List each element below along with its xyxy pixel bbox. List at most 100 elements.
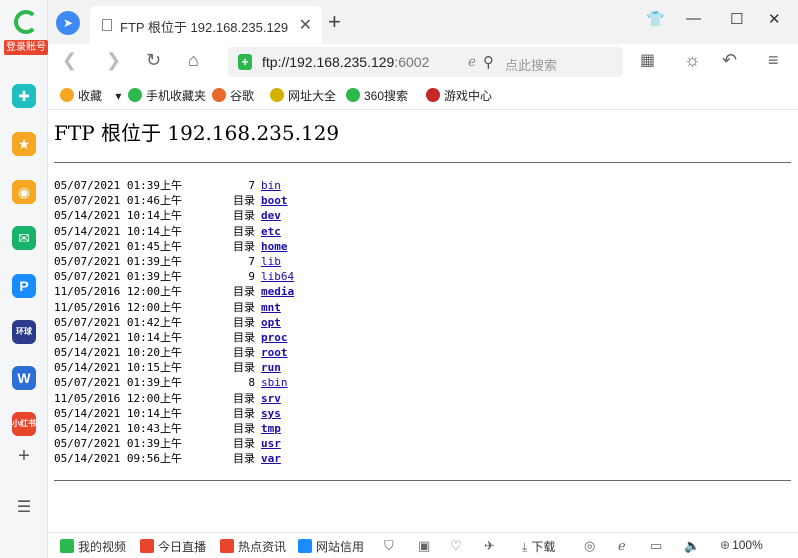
address-bar[interactable]: + ftp://192.168.235.129:6002 ℯ ⌄	[228, 47, 514, 77]
directory-link[interactable]: mnt	[261, 301, 281, 314]
zoom-control[interactable]: ⊕ 100%	[720, 538, 763, 552]
directory-link[interactable]: etc	[261, 225, 281, 238]
entry-datetime: 11/05/2016 12:00上午	[54, 285, 182, 299]
rocket-icon[interactable]: ✈	[484, 538, 495, 554]
directory-link[interactable]: dev	[261, 209, 281, 222]
xiaohongshu-app-icon[interactable]: 小红书	[12, 412, 36, 436]
mail-app-icon[interactable]: ✉	[12, 226, 36, 250]
plus-app-icon[interactable]: ✚	[12, 84, 36, 108]
ie-status-icon[interactable]: ℯ	[618, 538, 626, 554]
new-tab-button[interactable]: +	[328, 9, 341, 35]
bookmark-phone[interactable]: 手机收藏夹	[128, 87, 206, 104]
directory-link[interactable]: opt	[261, 316, 281, 329]
phone-icon	[128, 88, 142, 102]
main-menu-icon[interactable]: ≡	[768, 50, 779, 71]
home-icon[interactable]: ⌂	[188, 50, 199, 71]
skin-icon[interactable]: 👕	[646, 10, 665, 28]
table-row: 11/05/2016 12:00上午 目录 srv	[54, 391, 294, 406]
volume-icon[interactable]: 🔈	[684, 538, 700, 554]
undo-icon[interactable]: ↶	[722, 50, 737, 71]
directory-link[interactable]: run	[261, 361, 281, 374]
file-link[interactable]: lib64	[261, 270, 294, 283]
directory-link[interactable]: tmp	[261, 422, 281, 435]
download-button[interactable]: ⤓ 下载	[522, 538, 555, 555]
weibo-app-icon[interactable]: ◉	[12, 180, 36, 204]
directory-link[interactable]: usr	[261, 437, 281, 450]
search-box[interactable]: ⚲ 点此搜索	[475, 47, 623, 77]
word-app-icon[interactable]: W	[12, 366, 36, 390]
minimize-button[interactable]: —	[686, 10, 701, 27]
browser-logo[interactable]: 登录账号	[4, 8, 48, 58]
maximize-button[interactable]: ☐	[730, 10, 743, 28]
entry-type: 目录	[233, 239, 255, 253]
close-window-button[interactable]: ✕	[768, 10, 781, 28]
bookmark-dropdown-icon[interactable]: ▾	[112, 89, 121, 103]
file-link[interactable]: bin	[261, 179, 281, 192]
table-row: 05/07/2021 01:45上午 目录 home	[54, 239, 294, 254]
heartbeat-icon[interactable]: ♡	[450, 538, 462, 554]
login-button[interactable]: 登录账号	[4, 40, 48, 55]
browser-e-icon	[14, 10, 38, 34]
navigation-icon[interactable]: ➤	[56, 11, 80, 35]
status-fire[interactable]: 今日直播	[140, 538, 206, 555]
apps-grid-icon[interactable]: ▦	[640, 50, 655, 70]
menu-list-icon[interactable]: ☰	[12, 496, 36, 520]
entry-type: 目录	[233, 315, 255, 329]
entry-datetime: 05/07/2021 01:39上午	[54, 376, 182, 390]
search-360-icon	[346, 88, 360, 102]
directory-link[interactable]: proc	[261, 331, 288, 344]
status-news[interactable]: 热点资讯	[220, 538, 286, 555]
status-label: 今日直播	[158, 540, 207, 554]
credit-icon	[298, 539, 312, 553]
directory-link[interactable]: media	[261, 285, 294, 298]
window-icon[interactable]: ▭	[650, 538, 662, 554]
news-app-icon[interactable]: 环球	[12, 320, 36, 344]
bookmark-google[interactable]: 谷歌	[212, 87, 254, 104]
bookmarks-bar: 收藏 ▾ 手机收藏夹 谷歌 网址大全 360搜索 游戏中心	[48, 80, 798, 110]
directory-link[interactable]: srv	[261, 392, 281, 405]
add-app-icon[interactable]: +	[12, 444, 36, 468]
status-bar: 我的视频 今日直播 热点资讯 网站信用 ⛉ ▣ ♡ ✈ ⤓ 下载 ◎ ℯ ▭ 🔈 ⊕ 10…	[48, 532, 798, 558]
p-app-icon[interactable]: P	[12, 274, 36, 298]
directory-link[interactable]: var	[261, 452, 281, 465]
table-row: 05/14/2021 10:14上午 目录 sys	[54, 406, 294, 421]
directory-link[interactable]: boot	[261, 194, 288, 207]
image-icon[interactable]: ▣	[418, 538, 430, 554]
entry-datetime: 05/07/2021 01:39上午	[54, 270, 182, 284]
status-credit[interactable]: 网站信用	[298, 538, 364, 555]
entry-type: 目录	[233, 285, 255, 299]
bookmark-sitelist[interactable]: 网址大全	[270, 87, 336, 104]
entry-size: 9	[248, 270, 255, 284]
directory-link[interactable]: home	[261, 240, 288, 253]
table-row: 05/07/2021 01:42上午 目录 opt	[54, 315, 294, 330]
file-link[interactable]: sbin	[261, 376, 288, 389]
fire-icon	[140, 539, 154, 553]
entry-type: 目录	[233, 361, 255, 375]
entry-datetime: 05/14/2021 10:14上午	[54, 209, 182, 223]
shield-status-icon[interactable]: ⛉	[384, 538, 394, 554]
bookmark-label: 游戏中心	[444, 89, 493, 103]
entry-datetime: 05/07/2021 01:45上午	[54, 239, 182, 253]
file-link[interactable]: lib	[261, 255, 281, 268]
brightness-icon[interactable]: ☼	[684, 50, 701, 71]
favorites-app-icon[interactable]: ★	[12, 132, 36, 156]
left-sidebar: 登录账号 ✚ ★ ◉ ✉ P 环球 W 小红书 + ☰	[0, 0, 48, 558]
bookmark-star[interactable]: 收藏 ▾	[60, 87, 121, 104]
directory-link[interactable]: sys	[261, 407, 281, 420]
address-url[interactable]: ftp://192.168.235.129:6002	[262, 54, 458, 70]
glasses-icon[interactable]: ◎	[584, 538, 595, 554]
search-placeholder: 点此搜索	[505, 58, 558, 73]
bookmark-search-360[interactable]: 360搜索	[346, 87, 408, 104]
entry-datetime: 05/14/2021 10:15上午	[54, 361, 182, 375]
security-shield-icon[interactable]: +	[238, 54, 252, 70]
status-label: 网站信用	[316, 540, 365, 554]
bookmark-game[interactable]: 游戏中心	[426, 87, 492, 104]
forward-icon[interactable]: ❯	[106, 50, 121, 71]
tab-close-icon[interactable]: ✕	[299, 15, 312, 35]
back-icon[interactable]: ❮	[62, 50, 77, 71]
directory-link[interactable]: root	[261, 346, 288, 359]
refresh-icon[interactable]: ↻	[146, 50, 161, 71]
table-row: 05/14/2021 10:14上午 目录 etc	[54, 224, 294, 239]
active-tab[interactable]: FTP 根位于 192.168.235.129 ✕	[90, 6, 322, 44]
status-video[interactable]: 我的视频	[60, 538, 126, 555]
